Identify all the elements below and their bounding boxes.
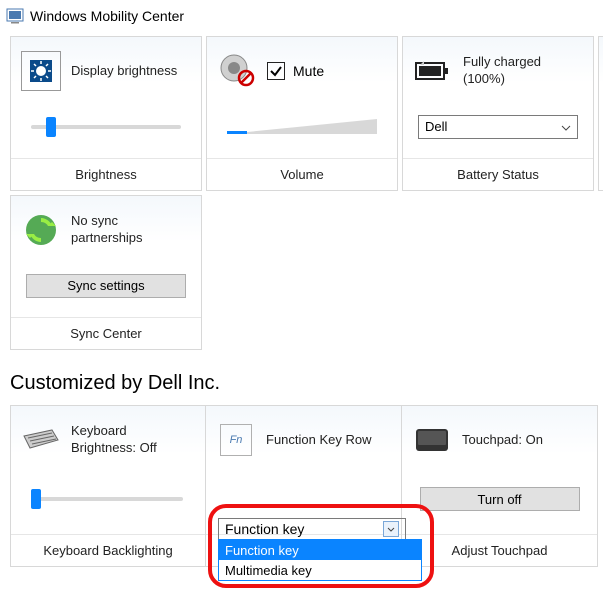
keyboard-footer: Keyboard Backlighting [11, 534, 205, 566]
window-title: Windows Mobility Center [30, 8, 184, 24]
brightness-label: Display brightness [71, 63, 177, 80]
power-plan-selected: Dell [425, 119, 447, 134]
chevron-down-icon [561, 119, 571, 134]
fn-option-function[interactable]: Function key [219, 540, 421, 560]
brightness-slider[interactable] [31, 125, 181, 129]
tile-cutoff [598, 36, 603, 191]
tile-touchpad: Touchpad: On Turn off Adjust Touchpad [402, 405, 598, 567]
fn-row-selected: Function key [225, 521, 304, 537]
volume-slider[interactable] [227, 119, 377, 134]
tile-brightness: Display brightness Brightness [10, 36, 202, 191]
brightness-icon [21, 51, 61, 91]
power-plan-combo[interactable]: Dell [418, 115, 578, 139]
tile-battery: Fully charged (100%) Dell Battery Status [402, 36, 594, 191]
tile-sync: No sync partnerships Sync settings Sync … [10, 195, 202, 350]
fn-row-label: Function Key Row [266, 432, 372, 449]
fn-row-dropdown[interactable]: Function key Function key Multimedia key [218, 518, 422, 581]
touchpad-footer: Adjust Touchpad [402, 534, 597, 566]
touchpad-turnoff-button[interactable]: Turn off [420, 487, 580, 511]
fn-option-multimedia[interactable]: Multimedia key [219, 560, 421, 580]
custom-section-title: Customized by Dell Inc. [0, 350, 615, 405]
keyboard-label: Keyboard Brightness: Off [71, 423, 195, 457]
checkbox-icon [267, 62, 285, 80]
titlebar: Windows Mobility Center [0, 0, 615, 32]
keyboard-brightness-slider[interactable] [33, 497, 183, 501]
volume-footer: Volume [207, 158, 397, 190]
sync-icon [21, 210, 61, 250]
tile-volume: Mute Volume [206, 36, 398, 191]
touchpad-icon [412, 420, 452, 460]
fn-key-icon: Fn [216, 420, 256, 460]
touchpad-label: Touchpad: On [462, 432, 543, 449]
battery-status-text: Fully charged (100%) [463, 54, 583, 88]
sync-footer: Sync Center [11, 317, 201, 349]
tile-keyboard-backlight: Keyboard Brightness: Off Keyboard Backli… [10, 405, 206, 567]
battery-footer: Battery Status [403, 158, 593, 190]
chevron-down-icon [383, 521, 399, 537]
keyboard-icon [21, 420, 61, 460]
brightness-footer: Brightness [11, 158, 201, 190]
battery-icon [413, 51, 453, 91]
mute-checkbox[interactable]: Mute [267, 62, 324, 80]
sync-settings-button[interactable]: Sync settings [26, 274, 186, 298]
app-icon [6, 8, 24, 24]
mute-label: Mute [293, 63, 324, 79]
tiles-grid: Display brightness Brightness Mute Vol [0, 32, 615, 350]
speaker-icon [217, 51, 257, 91]
sync-label: No sync partnerships [71, 213, 191, 247]
